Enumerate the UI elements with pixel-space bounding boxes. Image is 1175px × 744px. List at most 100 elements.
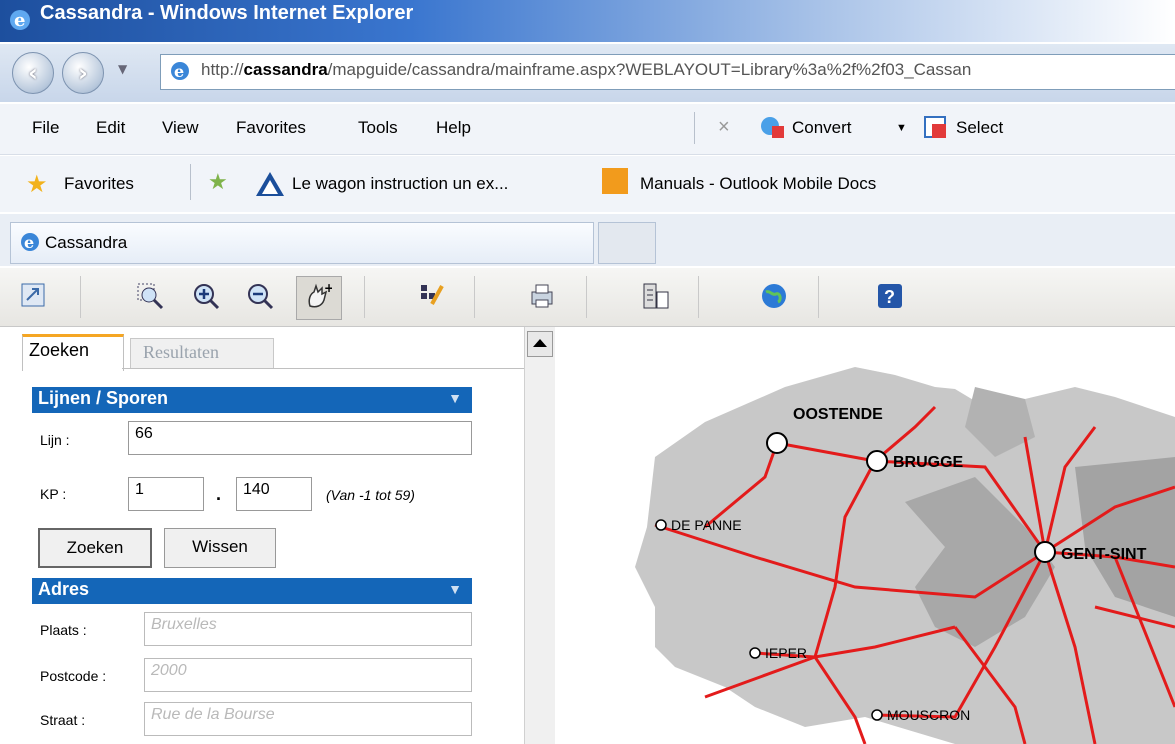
link-logo-icon: [256, 172, 284, 196]
back-arrow-icon: ‹: [28, 59, 38, 87]
kp-label: KP :: [40, 486, 67, 502]
kp-separator: .: [216, 484, 222, 504]
url-path: /mapguide/cassandra/mainframe.aspx?WEBLA…: [327, 60, 972, 79]
kp-input-2[interactable]: 140: [236, 477, 312, 511]
toolbar-separator: [80, 276, 81, 318]
forward-button[interactable]: ›: [62, 52, 104, 94]
zoom-out-icon[interactable]: [246, 282, 274, 310]
tab-ie-icon: e: [21, 233, 39, 252]
label-mouscron: MOUSCRON: [887, 707, 970, 723]
tab-strip-line: [122, 368, 524, 369]
convert-button[interactable]: Convert: [792, 118, 852, 138]
label-oostende: OOSTENDE: [793, 406, 883, 423]
collapse-chevron-icon[interactable]: ▼: [448, 581, 462, 597]
toolbar-separator: [818, 276, 819, 318]
forward-arrow-icon: ›: [78, 59, 88, 87]
toolbar-separator: [698, 276, 699, 318]
postcode-input[interactable]: 2000: [144, 658, 472, 692]
wissen-button[interactable]: Wissen: [164, 528, 276, 568]
svg-text:e: e: [24, 233, 34, 252]
label-de-panne: DE PANNE: [671, 517, 742, 533]
menu-view[interactable]: View: [162, 118, 199, 138]
station-ieper[interactable]: [749, 647, 761, 659]
select-tool-icon[interactable]: [418, 282, 446, 310]
window-title: Cassandra - Windows Internet Explorer: [40, 2, 414, 24]
tab-title: Cassandra: [45, 233, 128, 252]
panel-scrollbar[interactable]: [524, 327, 555, 744]
map-toolbar: [0, 268, 1175, 327]
station-gent[interactable]: [1034, 541, 1056, 563]
favbar-separator: [190, 164, 191, 200]
plaats-label: Plaats :: [40, 622, 87, 638]
label-brugge: BRUGGE: [893, 454, 964, 471]
lijn-label: Lijn :: [40, 432, 70, 448]
convert-dropdown-icon[interactable]: ▼: [896, 122, 907, 134]
straat-label: Straat :: [40, 712, 86, 728]
favorites-star-icon: ★: [26, 170, 48, 198]
toolbar-separator: [474, 276, 475, 318]
plaats-input[interactable]: Bruxelles: [144, 612, 472, 646]
close-icon[interactable]: ×: [718, 116, 730, 139]
straat-input[interactable]: Rue de la Bourse: [144, 702, 472, 736]
select-icon[interactable]: [922, 114, 950, 140]
favorite-link-manuals[interactable]: Manuals - Outlook Mobile Docs: [640, 174, 876, 194]
tab-cassandra[interactable]: e Cassandra: [10, 222, 594, 264]
collapse-chevron-icon[interactable]: ▼: [448, 390, 462, 406]
svg-text:+: +: [324, 282, 332, 295]
new-tab-button[interactable]: [598, 222, 656, 264]
maximize-icon[interactable]: [20, 282, 48, 310]
section-adres-title: Adres: [38, 579, 90, 599]
zoom-in-icon[interactable]: [192, 282, 220, 310]
pan-hand-icon[interactable]: +: [304, 282, 332, 310]
tab-resultaten[interactable]: Resultaten: [130, 338, 274, 369]
url-host: cassandra: [243, 60, 328, 79]
svg-text:e: e: [14, 10, 25, 31]
print-icon[interactable]: [528, 282, 556, 310]
address-bar[interactable]: e http://cassandra/mapguide/cassandra/ma…: [160, 54, 1175, 90]
menu-help[interactable]: Help: [436, 118, 471, 138]
favorites-bar: [0, 156, 1175, 212]
help-icon[interactable]: ?: [876, 282, 904, 310]
map-view[interactable]: OOSTENDE BRUGGE DE PANNE GENT-SINT IEPER…: [555, 327, 1175, 744]
tab-resultaten-label: Resultaten: [143, 342, 219, 362]
kp-range-hint: (Van -1 tot 59): [326, 487, 415, 503]
select-button[interactable]: Select: [956, 118, 1003, 138]
layer-tool-icon[interactable]: [642, 282, 670, 310]
label-ieper: IEPER: [765, 645, 807, 661]
section-lijnen-title: Lijnen / Sporen: [38, 388, 169, 408]
station-brugge[interactable]: [866, 450, 888, 472]
toolbar-separator: [364, 276, 365, 318]
svg-text:e: e: [174, 62, 184, 81]
zoeken-button[interactable]: Zoeken: [38, 528, 152, 568]
menu-favorites[interactable]: Favorites: [236, 118, 306, 138]
kp-input-1[interactable]: 1: [128, 477, 204, 511]
menu-edit[interactable]: Edit: [96, 118, 125, 138]
station-mouscron[interactable]: [871, 709, 883, 721]
recent-pages-dropdown-icon[interactable]: ▼: [118, 62, 127, 76]
scroll-up-arrow-icon: [533, 339, 547, 347]
add-favorite-icon[interactable]: ★: [208, 170, 228, 195]
back-button[interactable]: ‹: [12, 52, 54, 94]
menu-tools[interactable]: Tools: [358, 118, 398, 138]
station-de-panne[interactable]: [655, 519, 667, 531]
section-lijnen-sporen[interactable]: Lijnen / Sporen ▼: [32, 387, 472, 413]
postcode-label: Postcode :: [40, 668, 107, 684]
tab-zoeken-label: Zoeken: [29, 340, 90, 360]
title-bar: e Cassandra - Windows Internet Explorer: [0, 0, 1175, 42]
convert-icon[interactable]: [758, 114, 786, 140]
menu-separator: [694, 112, 695, 144]
url-prefix: http://: [201, 60, 244, 79]
favorites-button[interactable]: Favorites: [64, 174, 134, 194]
menu-file[interactable]: File: [32, 118, 59, 138]
tab-zoeken[interactable]: Zoeken: [22, 334, 124, 371]
section-adres[interactable]: Adres ▼: [32, 578, 472, 604]
page-icon: e: [171, 62, 189, 81]
scroll-up-button[interactable]: [527, 331, 553, 357]
zoom-rectangle-icon[interactable]: [136, 282, 164, 310]
address-url: http://cassandra/mapguide/cassandra/main…: [201, 60, 971, 80]
globe-icon[interactable]: [760, 282, 788, 310]
lijn-input[interactable]: 66: [128, 421, 472, 455]
favorite-link-wagon[interactable]: Le wagon instruction un ex...: [292, 174, 508, 194]
svg-text:?: ?: [884, 287, 895, 307]
station-oostende[interactable]: [766, 432, 788, 454]
